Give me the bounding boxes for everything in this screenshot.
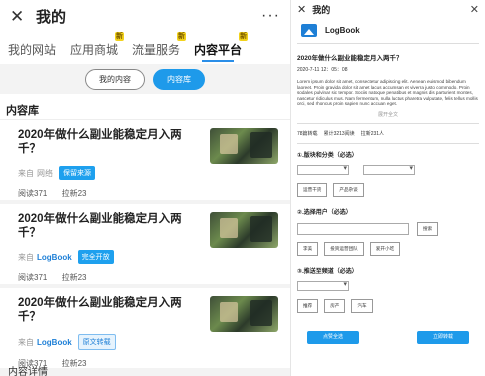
content-card[interactable]: 2020年做什么副业能稳定月入两千？ 来自 网络 保留来源 阅读371 拉新23 [0, 120, 290, 200]
from-label: 来自 [18, 337, 34, 347]
new-badge: 新 [115, 32, 125, 41]
article-body: Lorem ipsum dolor sit amet, consectetur … [297, 79, 478, 106]
tab-label: 流量服务 [132, 43, 181, 57]
content-card[interactable]: 2020年做什么副业能稳定月入两千？ 来自 LogBook 完全开放 阅读371… [0, 204, 290, 284]
segment-control: 我的内容 内容库 [0, 64, 290, 94]
tab-label: 应用商城 [70, 43, 119, 57]
new-badge: 新 [177, 32, 187, 41]
tab-app-store[interactable]: 应用商城 新 [70, 32, 125, 64]
user-button[interactable]: 李美 [297, 241, 319, 256]
from-label: 来自 [18, 252, 34, 262]
category-select[interactable] [363, 164, 415, 175]
card-thumbnail [210, 128, 278, 164]
card-title: 2020年做什么副业能稳定月入两千？ [18, 213, 182, 239]
section-title: 内容库 [0, 94, 290, 120]
read-total: 累计3213阅读 [323, 130, 355, 137]
source-name: 网络 [37, 168, 53, 178]
card-stats: 阅读371 拉新23 [18, 272, 290, 283]
channel-buttons: 推荐 房产 汽车 [291, 297, 485, 317]
category-selects [291, 163, 485, 181]
detail-top-bar: ✕ 我的 ✕ [291, 0, 485, 18]
action-buttons: 点赞全选 立即转载 [291, 317, 485, 344]
tab-my-site[interactable]: 我的网站 [8, 41, 56, 64]
top-bar: ✕ 我的 ··· [0, 0, 290, 32]
segment-content-library[interactable]: 内容库 [153, 68, 205, 90]
user-button[interactable]: 爱开小吃 [369, 241, 401, 256]
tab-label: 内容平台 [194, 43, 243, 57]
card-title: 2020年做什么副业能稳定月入两千？ [18, 129, 182, 155]
step1-heading: ①.版块和分类（必选） [297, 152, 358, 159]
tab-content-platform[interactable]: 内容平台 新 [194, 32, 249, 64]
pull-count: 拉新23 [61, 359, 87, 368]
section-select[interactable] [297, 164, 349, 175]
from-label: 来自 [18, 168, 34, 178]
user-search-input[interactable] [297, 222, 409, 235]
card-thumbnail [210, 212, 278, 248]
more-icon[interactable]: ··· [261, 7, 280, 25]
article-date: 2020-7-11 12：05：08 [297, 67, 348, 73]
source-tag: 原文转载 [77, 334, 116, 350]
channel-button[interactable]: 汽车 [351, 298, 373, 313]
read-count: 阅读371 [18, 189, 48, 198]
card-stats: 阅读371 拉新23 [18, 188, 290, 199]
left-panel: ✕ 我的 ··· 我的网站 应用商城 新 流量服务 新 内容平台 新 我的内容 … [0, 0, 290, 376]
tab-traffic-service[interactable]: 流量服务 新 [132, 32, 187, 64]
category-button[interactable]: 产品杂谈 [333, 182, 364, 197]
new-badge: 新 [239, 32, 249, 41]
right-panel: ✕ 我的 ✕ LogBook 2020年做什么副业能稳定月入两千？ 2020-7… [290, 0, 485, 376]
card-source: 来自 LogBook 完全开放 [18, 250, 290, 264]
dismiss-icon[interactable]: ✕ [470, 3, 479, 16]
logbook-logo-icon [301, 24, 317, 37]
pull-count: 拉新23 [61, 273, 87, 282]
search-button[interactable]: 搜索 [417, 221, 439, 236]
article-title: 2020年做什么副业能稳定月入两千？ [297, 55, 403, 62]
article-stats: 78篇转载 累计3213阅读 拉新231人 [291, 124, 485, 143]
page-title: 我的 [36, 8, 67, 26]
card-title: 2020年做什么副业能稳定月入两千？ [18, 297, 182, 323]
category-button[interactable]: 运营干货 [297, 182, 328, 197]
user-buttons: 李美 投资运营团队 爱开小吃 [291, 240, 485, 260]
source-tag: 完全开放 [77, 250, 114, 264]
source-tag: 保留来源 [59, 166, 95, 180]
pull-count: 拉新23 [61, 189, 87, 198]
tab-label: 我的网站 [8, 43, 57, 57]
card-source: 来自 LogBook 原文转载 [18, 334, 290, 350]
source-name: LogBook [37, 337, 72, 347]
repost-now-button[interactable]: 立即转载 [417, 330, 469, 344]
content-detail-label: 内容详情 [8, 367, 48, 376]
card-thumbnail [210, 296, 278, 332]
card-stats: 阅读371 拉新23 [18, 358, 290, 369]
source-name: LogBook [37, 252, 72, 262]
user-search-row: 搜索 [291, 220, 485, 240]
user-button[interactable]: 投资运营团队 [324, 241, 364, 256]
channel-button[interactable]: 推荐 [297, 298, 319, 313]
segment-my-content[interactable]: 我的内容 [85, 68, 145, 90]
brand-name: LogBook [325, 26, 360, 35]
channel-selects [291, 279, 485, 297]
read-count: 阅读371 [18, 273, 48, 282]
category-buttons: 运营干货 产品杂谈 [291, 181, 485, 201]
content-card[interactable]: 2020年做什么副业能稳定月入两千？ 来自 LogBook 原文转载 阅读371… [0, 288, 290, 368]
card-source: 来自 网络 保留来源 [18, 166, 290, 180]
repost-count: 78篇转载 [297, 130, 318, 137]
channel-button[interactable]: 房产 [324, 298, 346, 313]
brand-row: LogBook [291, 18, 485, 43]
channel-select[interactable] [297, 280, 349, 291]
expand-link[interactable]: 展开全文 [291, 107, 485, 123]
step2-heading: ②.选择用户（必选） [297, 209, 352, 216]
step3-heading: ③.推送至频道（必选） [297, 268, 358, 275]
close-icon[interactable]: ✕ [10, 8, 28, 25]
pull-total: 拉新231人 [360, 130, 385, 137]
tab-bar: 我的网站 应用商城 新 流量服务 新 内容平台 新 [0, 32, 290, 64]
detail-page-title: 我的 [312, 4, 331, 15]
close-icon[interactable]: ✕ [297, 3, 306, 16]
select-all-button[interactable]: 点赞全选 [307, 330, 359, 344]
